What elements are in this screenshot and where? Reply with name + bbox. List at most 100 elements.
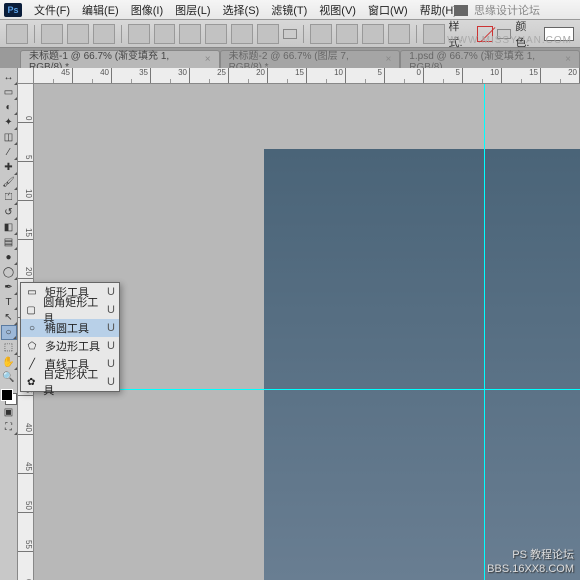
- tool-lasso[interactable]: ◐: [1, 100, 17, 115]
- shortcut-key: U: [107, 376, 115, 388]
- path-combine-icon[interactable]: [310, 24, 332, 44]
- flyout-label: 自定形状工具: [43, 366, 101, 398]
- tool-hand[interactable]: ✋: [1, 355, 17, 370]
- shape-tool-flyout: ▭矩形工具U▢圆角矩形工具U○椭圆工具U⬠多边形工具U╱直线工具U✿自定形状工具…: [20, 282, 120, 392]
- tool-blur[interactable]: ●: [1, 250, 17, 265]
- shortcut-key: U: [107, 286, 115, 298]
- shape-icon: ✿: [25, 375, 37, 389]
- tool-zoom[interactable]: 🔍: [1, 370, 17, 385]
- ruler-tick: 30: [151, 68, 190, 83]
- separator: [34, 25, 35, 43]
- tool-eyedropper[interactable]: ⁄: [1, 145, 17, 160]
- shape-roundrect-icon[interactable]: [154, 24, 176, 44]
- app-logo: Ps: [4, 3, 22, 17]
- shape-ellipse-icon[interactable]: [179, 24, 201, 44]
- watermark-label: 思缘设计论坛: [474, 2, 540, 18]
- tab-doc-1[interactable]: 未标题-1 @ 66.7% (渐变填充 1, RGB/8) *×: [20, 50, 220, 68]
- tool-brush[interactable]: 🖌: [1, 175, 17, 190]
- tool-type[interactable]: T: [1, 295, 17, 310]
- tool-eraser[interactable]: ◧: [1, 220, 17, 235]
- menu-file[interactable]: 文件(F): [28, 0, 76, 20]
- shape-line-icon[interactable]: [231, 24, 253, 44]
- close-icon[interactable]: ×: [385, 54, 391, 65]
- menu-select[interactable]: 选择(S): [217, 0, 266, 20]
- flyout-label: 多边形工具: [45, 338, 100, 354]
- color-swatches[interactable]: [1, 389, 17, 405]
- ruler-tick: 10: [18, 162, 33, 201]
- ruler-tick: 20: [541, 68, 580, 83]
- menu-layer[interactable]: 图层(L): [169, 0, 216, 20]
- tool-dodge[interactable]: ◯: [1, 265, 17, 280]
- shape-icon: ▭: [25, 285, 39, 299]
- tool-marquee[interactable]: ▭: [1, 85, 17, 100]
- separator: [121, 25, 122, 43]
- path-intersect-icon[interactable]: [362, 24, 384, 44]
- menu-image[interactable]: 图像(I): [125, 0, 169, 20]
- ruler-origin[interactable]: [18, 68, 34, 84]
- shortcut-key: U: [107, 340, 115, 352]
- watermark-url: WWW.MISSYUAN.COM: [447, 35, 572, 46]
- ruler-tick: 60: [18, 552, 33, 580]
- tool-preset-picker[interactable]: [6, 24, 28, 44]
- ruler-tick: 20: [18, 240, 33, 279]
- shape-rect-icon[interactable]: [128, 24, 150, 44]
- close-icon[interactable]: ×: [565, 54, 571, 65]
- tool-stamp[interactable]: ⏍: [1, 190, 17, 205]
- guide-vertical[interactable]: [484, 84, 485, 580]
- flyout-item[interactable]: ✿自定形状工具U: [21, 373, 119, 391]
- mode-fill-pixels-icon[interactable]: [93, 24, 115, 44]
- ruler-tick: 10: [463, 68, 502, 83]
- tool-shape[interactable]: ○: [1, 325, 17, 340]
- top-watermark: 思缘设计论坛: [454, 2, 540, 18]
- ruler-horizontal[interactable]: 4540353025201510505101520253035404550556…: [34, 68, 580, 84]
- close-icon[interactable]: ×: [205, 54, 211, 65]
- ruler-tick: 45: [34, 68, 73, 83]
- bottom-watermark: PS 教程论坛 BBS.16XX8.COM: [487, 548, 574, 576]
- ruler-tick: 40: [18, 396, 33, 435]
- mode-shape-layers-icon[interactable]: [41, 24, 63, 44]
- mode-paths-icon[interactable]: [67, 24, 89, 44]
- shortcut-key: U: [107, 304, 115, 316]
- tool-path[interactable]: ↖: [1, 310, 17, 325]
- tool-pen[interactable]: ✒: [1, 280, 17, 295]
- menu-filter[interactable]: 滤镜(T): [265, 0, 313, 20]
- path-exclude-icon[interactable]: [388, 24, 410, 44]
- menu-edit[interactable]: 编辑(E): [76, 0, 125, 20]
- tool-wand[interactable]: ✦: [1, 115, 17, 130]
- ruler-tick: 35: [112, 68, 151, 83]
- shape-polygon-icon[interactable]: [205, 24, 227, 44]
- watermark-icon: [454, 5, 468, 16]
- shape-custom-icon[interactable]: [257, 24, 279, 44]
- link-style-icon[interactable]: [423, 24, 445, 44]
- tab-doc-2[interactable]: 未标题-2 @ 66.7% (图层 7, RGB/8) *×: [220, 50, 401, 68]
- separator: [416, 25, 417, 43]
- screenmode-icon[interactable]: ⛶: [1, 420, 17, 435]
- tool-heal[interactable]: ✚: [1, 160, 17, 175]
- flyout-item[interactable]: ○椭圆工具U: [21, 319, 119, 337]
- shape-icon: ○: [25, 321, 39, 335]
- ruler-tick: 40: [73, 68, 112, 83]
- quickmask-icon[interactable]: ▣: [1, 405, 17, 420]
- ruler-tick: 0: [18, 84, 33, 123]
- tab-doc-3[interactable]: 1.psd @ 66.7% (渐变填充 1, RGB/8)×: [400, 50, 580, 68]
- tool-history[interactable]: ↺: [1, 205, 17, 220]
- tool-move[interactable]: ↔: [1, 70, 17, 85]
- flyout-item[interactable]: ⬠多边形工具U: [21, 337, 119, 355]
- shape-options-dropdown-icon[interactable]: [283, 29, 297, 39]
- tool-gradient[interactable]: ▤: [1, 235, 17, 250]
- tool-3d[interactable]: ⬚: [1, 340, 17, 355]
- ruler-tick: 45: [18, 435, 33, 474]
- ruler-tick: 25: [190, 68, 229, 83]
- artboard[interactable]: [264, 149, 580, 580]
- tool-crop[interactable]: ◫: [1, 130, 17, 145]
- flyout-item[interactable]: ▢圆角矩形工具U: [21, 301, 119, 319]
- ruler-tick: 20: [229, 68, 268, 83]
- foreground-color[interactable]: [1, 389, 13, 401]
- bottom-watermark-line2: BBS.16XX8.COM: [487, 562, 574, 576]
- path-subtract-icon[interactable]: [336, 24, 358, 44]
- ruler-tick: 50: [18, 474, 33, 513]
- shortcut-key: U: [107, 358, 115, 370]
- menu-view[interactable]: 视图(V): [313, 0, 362, 20]
- menu-window[interactable]: 窗口(W): [362, 0, 414, 20]
- flyout-label: 椭圆工具: [45, 320, 89, 336]
